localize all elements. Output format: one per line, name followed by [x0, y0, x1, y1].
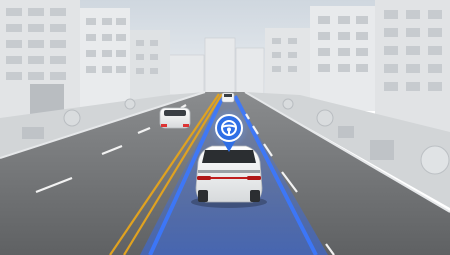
lead-vehicle-far: [221, 92, 235, 103]
scene-canvas: [0, 0, 450, 255]
driving-scene: [0, 0, 450, 255]
lead-vehicle-left: [159, 107, 191, 129]
ego-vehicle: [191, 145, 267, 208]
